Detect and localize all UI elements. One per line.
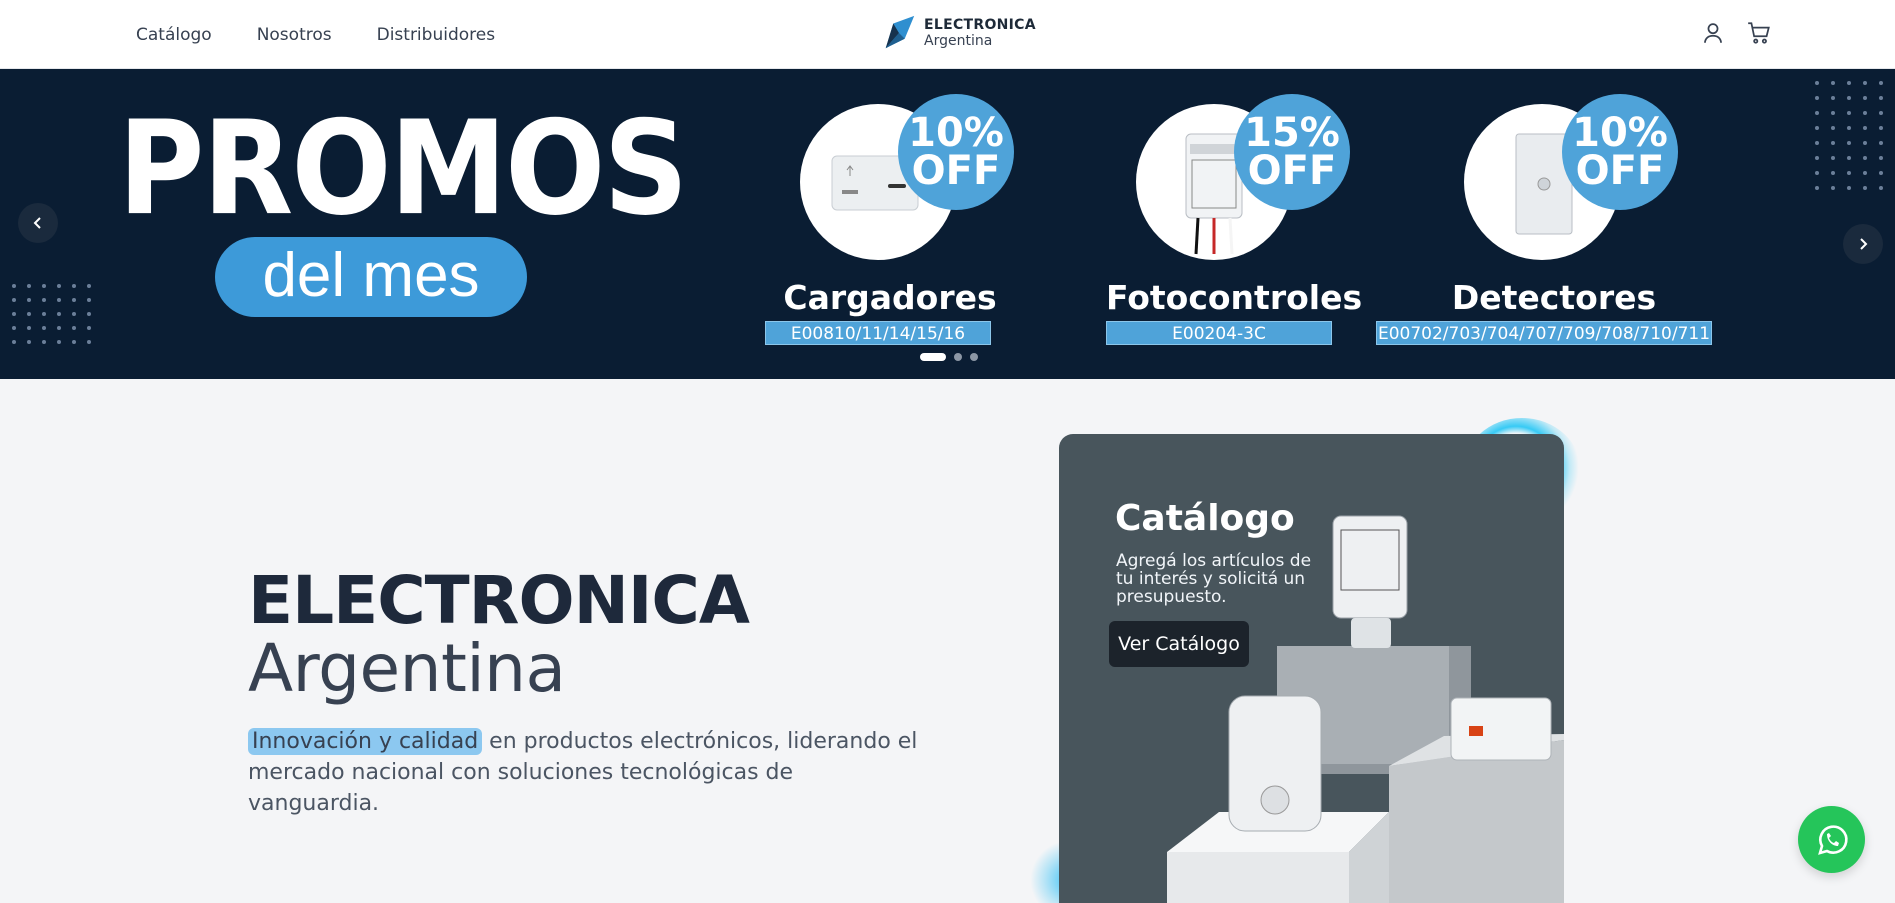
discount-badge: 10% OFF — [898, 94, 1014, 210]
product-name: Fotocontroles — [1106, 278, 1363, 317]
view-catalog-button[interactable]: Ver Catálogo — [1109, 621, 1249, 667]
cart-icon[interactable] — [1746, 20, 1772, 46]
promo-product-fotocontroles[interactable]: 15% OFF Fotocontroles E00204-3C — [1106, 94, 1363, 345]
logo-brand: ELECTRONICA — [924, 17, 1036, 33]
nav-distribuidores[interactable]: Distribuidores — [377, 25, 495, 45]
chevron-left-icon — [33, 217, 41, 229]
catalog-title: Catálogo — [1115, 498, 1295, 539]
decor-dots-left — [12, 284, 91, 344]
whatsapp-button[interactable] — [1798, 806, 1865, 873]
carousel-dot-1[interactable] — [920, 353, 946, 361]
carousel-indicators — [920, 353, 978, 361]
carousel-dot-2[interactable] — [954, 353, 962, 361]
carousel-prev-button[interactable] — [18, 203, 58, 243]
chevron-right-icon — [1860, 238, 1868, 250]
product-name: Cargadores — [783, 278, 997, 317]
main-nav: Catálogo Nosotros Distribuidores — [136, 0, 495, 69]
promo-product-detectores[interactable]: 10% OFF Detectores E00702/703/704/707/70… — [1376, 94, 1712, 345]
promo-headline: PROMOS — [118, 92, 688, 244]
decor-dots-right — [1815, 81, 1895, 190]
hero-title: ELECTRONICA — [248, 562, 750, 639]
carousel-next-button[interactable] — [1843, 224, 1883, 264]
site-header: Catálogo Nosotros Distribuidores ELECTRO… — [0, 0, 1895, 69]
discount-badge: 10% OFF — [1562, 94, 1678, 210]
promo-subheadline: del mes — [215, 237, 527, 317]
promo-product-cargadores[interactable]: 10% OFF Cargadores E00810/11/14/15/16 — [765, 94, 1014, 345]
hero-highlight: Innovación y calidad — [248, 728, 483, 755]
promo-carousel: PROMOS del mes 10% OFF Cargadores E00810… — [0, 69, 1895, 379]
product-codes: E00810/11/14/15/16 — [765, 321, 991, 345]
site-logo[interactable]: ELECTRONICA Argentina — [880, 14, 1036, 52]
nav-nosotros[interactable]: Nosotros — [257, 25, 332, 45]
logo-subtitle: Argentina — [924, 33, 993, 49]
catalog-description: Agregá los artículos de tu interés y sol… — [1116, 551, 1312, 607]
product-name: Detectores — [1451, 278, 1657, 317]
carousel-dot-3[interactable] — [970, 353, 978, 361]
nav-catalogo[interactable]: Catálogo — [136, 25, 212, 45]
product-codes: E00204-3C — [1106, 321, 1332, 345]
product-codes: E00702/703/704/707/709/708/710/711 — [1376, 321, 1712, 345]
whatsapp-icon — [1817, 824, 1848, 855]
user-icon[interactable] — [1700, 20, 1726, 46]
discount-badge: 15% OFF — [1234, 94, 1350, 210]
hero-subtitle: Argentina — [248, 630, 566, 707]
logo-icon — [885, 15, 915, 49]
catalog-card: Catálogo Agregá los artículos de tu inte… — [1059, 434, 1564, 903]
header-actions — [1700, 20, 1772, 46]
hero-description: Innovación y calidad en productos electr… — [248, 726, 928, 819]
